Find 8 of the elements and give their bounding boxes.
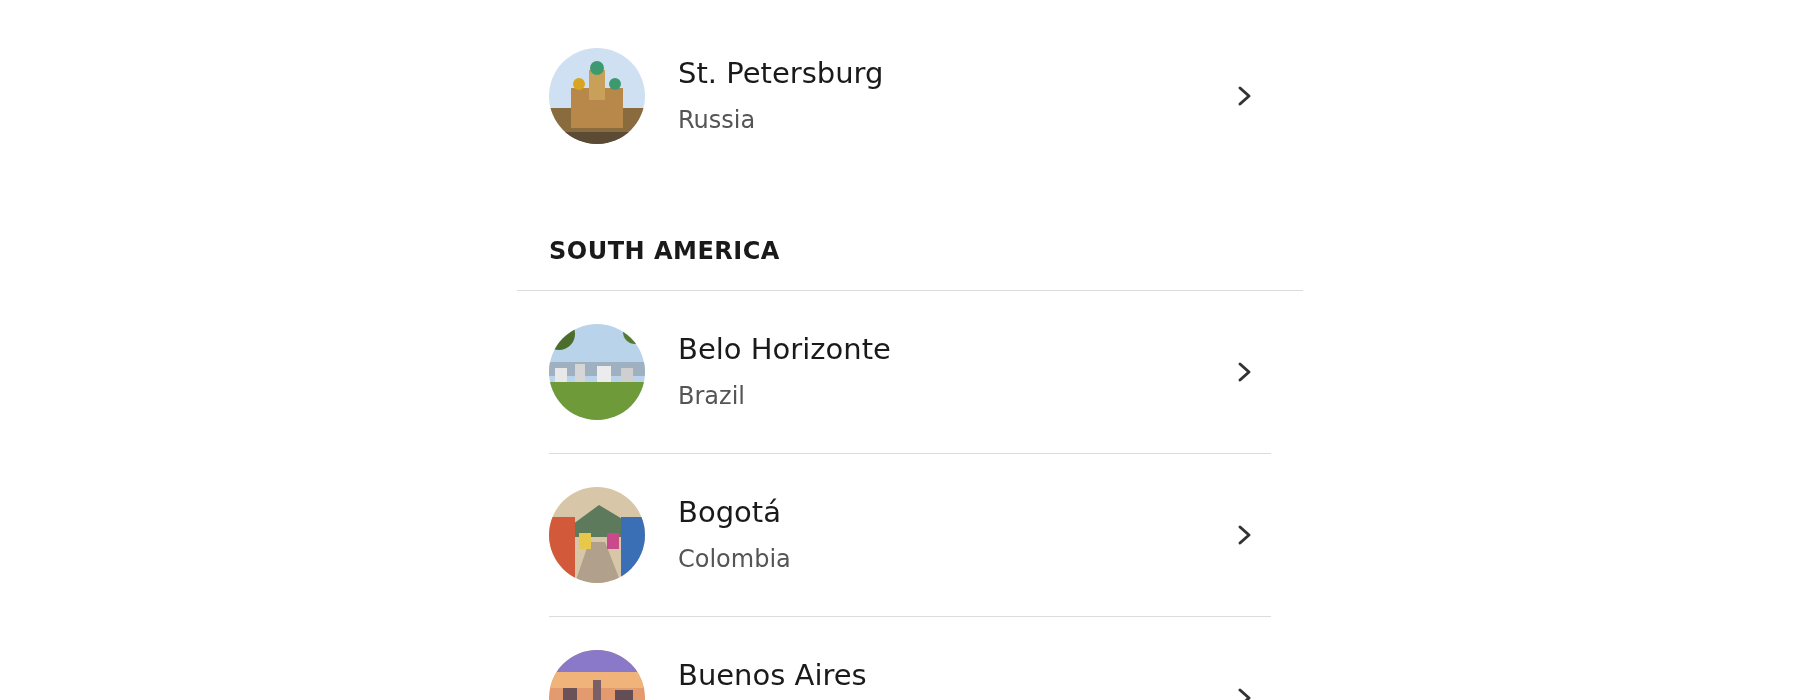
city-name[interactable]: Belo Horizonte (678, 333, 1233, 365)
country-name: Russia (678, 106, 757, 134)
city-name[interactable]: St. Petersburg (678, 57, 1233, 89)
city-name[interactable]: Bogotá (678, 496, 1233, 528)
city-name[interactable]: Buenos Aires (678, 659, 1233, 691)
country-name: Colombia (678, 545, 792, 573)
section-header: SOUTH AMERICA (549, 237, 780, 265)
country-name: Brazil (678, 382, 746, 410)
